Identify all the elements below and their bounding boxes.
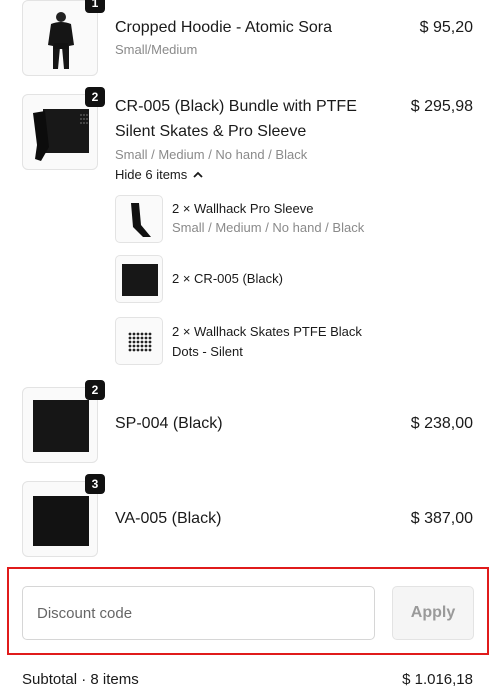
quantity-badge: 1 bbox=[85, 0, 105, 13]
sub-item-thumbnail bbox=[115, 195, 163, 243]
sub-item-variant: Small / Medium / No hand / Black bbox=[172, 220, 365, 235]
product-variant: Small / Medium / No hand / Black bbox=[115, 147, 308, 162]
product-name: CR-005 (Black) Bundle with PTFE bbox=[115, 98, 357, 115]
product-thumbnail: 2 bbox=[22, 380, 105, 463]
sub-item-thumbnail bbox=[115, 317, 163, 365]
quantity-badge: 2 bbox=[85, 380, 105, 400]
sleeve-image bbox=[121, 201, 157, 237]
product-thumbnail: 3 bbox=[22, 474, 105, 557]
discount-code-section: Apply bbox=[7, 567, 489, 655]
chevron-up-icon bbox=[193, 171, 203, 178]
product-name: SP-004 (Black) bbox=[115, 415, 223, 432]
subtotal-value: $ 1.016,18 bbox=[402, 671, 473, 688]
product-variant: Small/Medium bbox=[115, 42, 198, 57]
hide-items-toggle[interactable]: Hide 6 items bbox=[115, 167, 203, 182]
product-name: Cropped Hoodie - Atomic Sora bbox=[115, 19, 332, 36]
sub-item-name-line2: Dots - Silent bbox=[172, 344, 243, 359]
skates-image bbox=[121, 323, 157, 359]
quantity-badge: 3 bbox=[85, 474, 105, 494]
sub-item-thumbnail bbox=[115, 255, 163, 303]
toggle-label: Hide 6 items bbox=[115, 167, 188, 182]
sub-item-name: 2 × Wallhack Skates PTFE Black bbox=[172, 324, 362, 339]
product-name-line2: Silent Skates & Pro Sleeve bbox=[115, 123, 307, 140]
product-name: VA-005 (Black) bbox=[115, 510, 222, 527]
mousepad-image bbox=[29, 488, 91, 550]
discount-code-input[interactable] bbox=[22, 586, 375, 640]
mousepad-image bbox=[121, 261, 158, 297]
product-thumbnail: 1 bbox=[22, 0, 105, 76]
sub-item-name: 2 × CR-005 (Black) bbox=[172, 271, 283, 286]
bundle-image bbox=[29, 101, 91, 163]
apply-discount-button[interactable]: Apply bbox=[392, 586, 474, 640]
product-thumbnail: 2 bbox=[22, 87, 105, 170]
product-price: $ 295,98 bbox=[410, 98, 473, 115]
product-price: $ 387,00 bbox=[410, 510, 473, 527]
product-price: $ 95,20 bbox=[419, 19, 473, 36]
mousepad-image bbox=[29, 394, 91, 456]
product-price: $ 238,00 bbox=[410, 415, 473, 432]
sub-item-name: 2 × Wallhack Pro Sleeve bbox=[172, 201, 314, 216]
hoodie-image bbox=[29, 7, 91, 69]
quantity-badge: 2 bbox=[85, 87, 105, 107]
subtotal-label: Subtotal · 8 items bbox=[22, 671, 139, 688]
